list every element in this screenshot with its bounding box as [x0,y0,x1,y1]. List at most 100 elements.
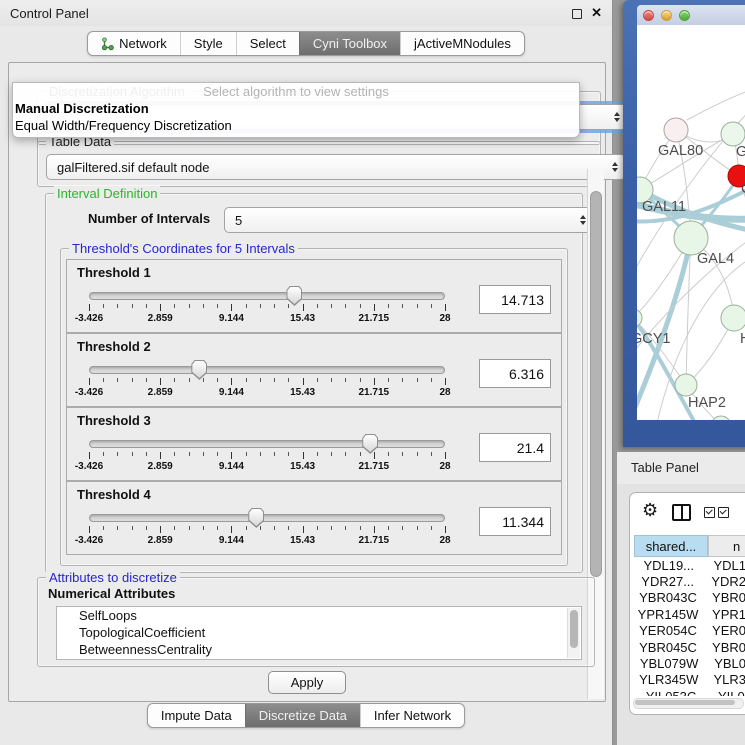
slider-tick-label: 21.715 [359,387,390,398]
tab-discretize-data[interactable]: Discretize Data [245,704,360,727]
threshold-slider[interactable]: -3.4262.8599.14415.4321.71528 [89,292,445,326]
slider-tick [246,378,247,382]
scrollbar-thumb[interactable] [570,610,578,648]
threshold-panel: Threshold 2-3.4262.8599.14415.4321.71528 [66,333,562,407]
network-node[interactable] [721,305,745,331]
table-row[interactable]: YLR345WYLR3 [634,672,745,688]
slider-tick [89,378,90,385]
threshold-value-field[interactable] [479,433,551,462]
table-cell: YLR3 [703,672,745,687]
table-row[interactable]: YIL053CYIL0 [634,688,745,696]
network-window-titlebar[interactable] [637,5,745,25]
tab-jactivemnodules[interactable]: jActiveMNodules [400,32,524,55]
horizontal-scrollbar[interactable] [633,698,744,709]
table-row[interactable]: YBR045CYBR0 [634,639,745,655]
list-scrollbar[interactable] [567,608,580,658]
split-columns-icon[interactable] [672,504,691,521]
slider-tick [360,526,361,530]
table-row[interactable]: YBR043CYBR0 [634,590,745,606]
tab-label: Cyni Toolbox [313,36,387,51]
table-panel-title: Table Panel [631,460,699,475]
table-row[interactable]: YDL19...YDL1 [634,557,745,573]
threshold-panel: Threshold 4-3.4262.8599.14415.4321.71528 [66,481,562,555]
table-row[interactable]: YER054CYER0 [634,623,745,639]
slider-track [89,366,445,374]
network-node[interactable] [664,118,688,142]
table-cell: YBR045C [634,640,702,655]
scrollbar-thumb[interactable] [590,191,602,577]
table-data-combobox[interactable]: galFiltered.sif default node [46,154,626,180]
popup-option[interactable]: Manual Discretization [13,100,579,117]
slider-tick-label: 2.859 [148,535,173,546]
list-item[interactable]: SelfLoops [57,607,581,624]
column-header[interactable]: shared... [634,535,708,557]
tab-impute-data[interactable]: Impute Data [148,704,245,727]
checkbox-icon[interactable] [704,507,715,518]
apply-button[interactable]: Apply [268,671,346,694]
algorithm-dropdown-popup: Select algorithm to view settings Manual… [12,82,580,138]
slider-thumb[interactable] [362,434,378,454]
threshold-slider[interactable]: -3.4262.8599.14415.4321.71528 [89,366,445,400]
network-node[interactable] [721,122,745,146]
table-row[interactable]: YBL079WYBL0 [634,655,745,671]
minimize-traffic-light-icon[interactable] [661,10,672,21]
thresholds-group: Threshold's Coordinates for 5 Intervals … [60,248,568,566]
tab-network[interactable]: Network [88,32,180,55]
column-header[interactable]: n [708,535,745,557]
slider-tick [189,452,190,456]
slider-tick [117,378,118,382]
table-row[interactable]: YPR145WYPR1 [634,606,745,622]
tab-style[interactable]: Style [180,32,236,55]
tab-infer-network[interactable]: Infer Network [360,704,464,727]
close-icon[interactable]: ✕ [591,5,602,21]
slider-tick [231,378,232,385]
table-cell: YIL053C [634,689,708,696]
threshold-value-field[interactable] [479,359,551,388]
list-item[interactable]: BetweennessCentrality [57,641,581,658]
table-row[interactable]: YDR27...YDR2 [634,573,745,589]
slider-tick-label: 9.144 [219,313,244,324]
network-edge[interactable] [637,318,686,385]
slider-thumb[interactable] [248,508,264,528]
float-window-icon[interactable] [572,9,582,19]
slider-tick [331,452,332,456]
slider-tick [160,526,161,533]
popup-option[interactable]: Equal Width/Frequency Discretization [13,117,579,134]
slider-thumb[interactable] [286,286,302,306]
slider-thumb[interactable] [191,360,207,380]
slider-tick [402,378,403,382]
node-label: GAL4 [697,251,734,267]
slider-tick [288,526,289,530]
tab-label: Infer Network [374,708,451,723]
checkbox-icon[interactable] [718,507,729,518]
slider-tick [374,452,375,459]
gear-icon[interactable]: ⚙ [642,501,658,519]
table-cell: YLR345W [634,672,703,687]
close-traffic-light-icon[interactable] [643,10,654,21]
network-node[interactable] [637,309,642,327]
zoom-traffic-light-icon[interactable] [679,10,690,21]
threshold-value-field[interactable] [479,507,551,536]
slider-tick [417,304,418,308]
slider-tick [189,304,190,308]
threshold-value-field[interactable] [479,285,551,314]
table-cell: YBL079W [634,656,704,671]
network-graph: GAL80GACGAL11GAL4GCY1HHAP2 [637,25,745,420]
tab-select[interactable]: Select [236,32,299,55]
tab-cyni-toolbox[interactable]: Cyni Toolbox [299,32,400,55]
number-of-intervals-combobox[interactable]: 5 [224,207,594,233]
network-node[interactable] [675,374,697,396]
network-node[interactable] [674,221,708,255]
list-item[interactable]: TopologicalCoefficient [57,624,581,641]
network-edge[interactable] [687,89,745,120]
window-title: Control Panel [10,6,89,21]
slider-tick [331,378,332,382]
numerical-attributes-list[interactable]: SelfLoopsTopologicalCoefficientBetweenne… [56,606,582,660]
slider-tick [388,452,389,456]
bottom-tabbar: Impute DataDiscretize Data Infer Network [0,703,612,728]
slider-tick [89,452,90,459]
scrollbar-thumb[interactable] [635,700,735,705]
threshold-slider[interactable]: -3.4262.8599.14415.4321.71528 [89,514,445,548]
threshold-slider[interactable]: -3.4262.8599.14415.4321.71528 [89,440,445,474]
network-canvas[interactable]: GAL80GACGAL11GAL4GCY1HHAP2 [637,25,745,420]
